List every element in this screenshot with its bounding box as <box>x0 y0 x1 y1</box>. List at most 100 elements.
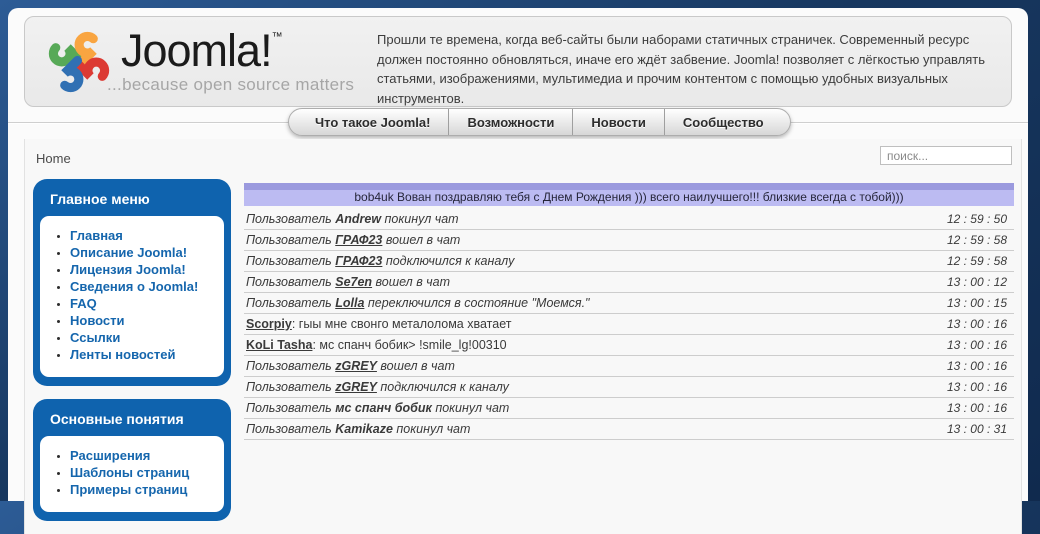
main-menu-title: Главное меню <box>40 187 224 216</box>
chat-row: Пользователь ГРАФ23 подключился к каналу… <box>244 251 1014 272</box>
chat-message-prefix: Пользователь <box>246 359 335 373</box>
chat-timestamp: 13 : 00 : 16 <box>947 380 1014 394</box>
chat-username[interactable]: zGREY <box>335 359 377 373</box>
chat-timestamp: 13 : 00 : 12 <box>947 275 1014 289</box>
menu-item: Новости <box>70 312 220 329</box>
chat-message-prefix: Пользователь <box>246 380 335 394</box>
page-frame: Joomla!™ ...because open source matters … <box>8 8 1028 501</box>
chat-message-prefix: Пользователь <box>246 401 335 415</box>
chat-message-text: покинул чат <box>381 212 459 226</box>
menu-link[interactable]: Лицензия Joomla! <box>70 262 186 277</box>
chat-username: Andrew <box>335 212 381 226</box>
menu-item: Описание Joomla! <box>70 244 220 261</box>
chat-row: Пользователь Lolla переключился в состоя… <box>244 293 1014 314</box>
chat-timestamp: 13 : 00 : 15 <box>947 296 1014 310</box>
chat-timestamp: 13 : 00 : 16 <box>947 401 1014 415</box>
menu-link[interactable]: Примеры страниц <box>70 482 187 497</box>
chat-message: KoLi Tasha: мс спанч бобик> !smile_lg!00… <box>244 338 947 352</box>
chat-message-prefix: Пользователь <box>246 212 335 226</box>
chat-message: Пользователь zGREY подключился к каналу <box>244 380 947 394</box>
chat-message-text: подключился к каналу <box>377 380 509 394</box>
menu-item: Примеры страниц <box>70 481 220 498</box>
menu-link[interactable]: Главная <box>70 228 123 243</box>
menu-item: Шаблоны страниц <box>70 464 220 481</box>
chat-timestamp: 13 : 00 : 16 <box>947 317 1014 331</box>
chat-announcement-banner: bob4uk Вован поздравляю тебя с Днем Рожд… <box>244 183 1014 206</box>
chat-username[interactable]: Se7en <box>335 275 372 289</box>
brand-tagline: ...because open source matters <box>107 75 354 95</box>
chat-message: Пользователь Se7en вошел в чат <box>244 275 947 289</box>
menu-item: Главная <box>70 227 220 244</box>
menu-item: Ссылки <box>70 329 220 346</box>
chat-message-prefix: Пользователь <box>246 296 335 310</box>
chat-username[interactable]: KoLi Tasha <box>246 338 312 352</box>
chat-message-prefix: Пользователь <box>246 275 335 289</box>
chat-message-text: вошел в чат <box>377 359 455 373</box>
menu-link[interactable]: Ленты новостей <box>70 347 176 362</box>
menu-link[interactable]: Новости <box>70 313 125 328</box>
chat-row: Пользователь zGREY вошел в чат 13 : 00 :… <box>244 356 1014 377</box>
search-input[interactable] <box>880 146 1012 165</box>
chat-message: Пользователь Kamikaze покинул чат <box>244 422 947 436</box>
content-area: Home Главное меню Главная Описание Jooml… <box>24 139 1022 534</box>
nav-tab[interactable]: Возможности <box>448 109 572 135</box>
concepts-menu-title: Основные понятия <box>40 407 224 436</box>
chat-message-prefix: Пользователь <box>246 254 335 268</box>
chat-row: Пользователь Se7en вошел в чат 13 : 00 :… <box>244 272 1014 293</box>
chat-timestamp: 12 : 59 : 58 <box>947 254 1014 268</box>
chat-timestamp: 12 : 59 : 50 <box>947 212 1014 226</box>
chat-message-prefix: Пользователь <box>246 233 335 247</box>
menu-link[interactable]: Шаблоны страниц <box>70 465 189 480</box>
nav-tab[interactable]: Что такое Joomla! <box>297 109 448 135</box>
chat-message-text: переключился в состояние "Моемся." <box>364 296 589 310</box>
chat-message: Пользователь ГРАФ23 вошел в чат <box>244 233 947 247</box>
chat-row: KoLi Tasha: мс спанч бобик> !smile_lg!00… <box>244 335 1014 356</box>
chat-message-prefix: Пользователь <box>246 422 335 436</box>
chat-username[interactable]: ГРАФ23 <box>335 254 382 268</box>
chat-username[interactable]: zGREY <box>335 380 377 394</box>
toolbar: Home <box>25 139 1021 176</box>
brand-block: Joomla!™ ...because open source matters <box>121 25 354 95</box>
menu-link[interactable]: Описание Joomla! <box>70 245 187 260</box>
main-menu-box: Главное меню Главная Описание Joomla! Ли… <box>33 179 231 386</box>
menu-link[interactable]: Ссылки <box>70 330 120 345</box>
chat-row: Scorpiy: гыы мне свонго металолома хвата… <box>244 314 1014 335</box>
chat-message: Пользователь мс спанч бобик покинул чат <box>244 401 947 415</box>
chat-list: Пользователь Andrew покинул чат 12 : 59 … <box>244 209 1014 440</box>
menu-item: Лицензия Joomla! <box>70 261 220 278</box>
menu-link[interactable]: Расширения <box>70 448 150 463</box>
chat-message: Пользователь Andrew покинул чат <box>244 212 947 226</box>
chat-timestamp: 13 : 00 : 16 <box>947 338 1014 352</box>
chat-timestamp: 13 : 00 : 31 <box>947 422 1014 436</box>
menu-item: Сведения о Joomla! <box>70 278 220 295</box>
chat-username: Kamikaze <box>335 422 393 436</box>
chat-row: Пользователь Andrew покинул чат 12 : 59 … <box>244 209 1014 230</box>
menu-link[interactable]: FAQ <box>70 296 97 311</box>
chat-message-text: : мс спанч бобик> !smile_lg!00310 <box>312 338 506 352</box>
site-intro-text: Прошли те времена, когда веб-сайты были … <box>373 17 1011 106</box>
chat-username: мс спанч бобик <box>335 401 432 415</box>
nav-tab[interactable]: Сообщество <box>664 109 782 135</box>
chat-username[interactable]: Scorpiy <box>246 317 292 331</box>
brand-name: Joomla! <box>121 25 272 76</box>
chat-username[interactable]: Lolla <box>335 296 364 310</box>
chat-row: Пользователь ГРАФ23 вошел в чат 12 : 59 … <box>244 230 1014 251</box>
nav-pill: Что такое Joomla! Возможности Новости Со… <box>288 108 791 136</box>
menu-link[interactable]: Сведения о Joomla! <box>70 279 198 294</box>
brand-trademark: ™ <box>272 31 283 43</box>
joomla-logo-icon <box>41 24 117 100</box>
chat-message: Пользователь zGREY вошел в чат <box>244 359 947 373</box>
chat-row: Пользователь Kamikaze покинул чат 13 : 0… <box>244 419 1014 440</box>
chat-username[interactable]: ГРАФ23 <box>335 233 382 247</box>
chat-row: Пользователь zGREY подключился к каналу … <box>244 377 1014 398</box>
chat-timestamp: 12 : 59 : 58 <box>947 233 1014 247</box>
chat-message-text: вошел в чат <box>372 275 450 289</box>
nav-tab[interactable]: Новости <box>572 109 664 135</box>
logo-area: Joomla!™ ...because open source matters <box>25 17 373 106</box>
chat-message-text: вошел в чат <box>382 233 460 247</box>
chat-message: Пользователь ГРАФ23 подключился к каналу <box>244 254 947 268</box>
menu-item: Ленты новостей <box>70 346 220 363</box>
breadcrumb-home[interactable]: Home <box>36 151 71 166</box>
main-nav: Что такое Joomla! Возможности Новости Со… <box>8 107 1028 139</box>
menu-item: FAQ <box>70 295 220 312</box>
